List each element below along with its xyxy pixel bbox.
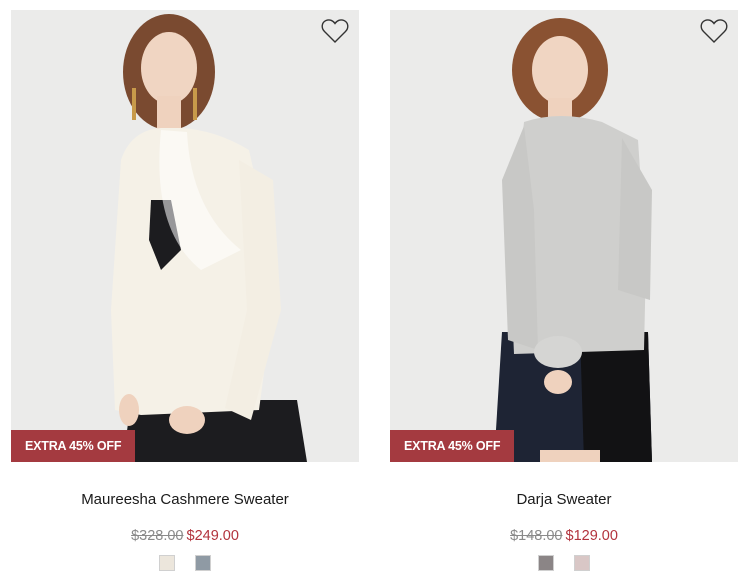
- sale-price: $249.00: [186, 528, 239, 544]
- original-price: $328.00: [131, 528, 184, 544]
- sale-price: $129.00: [565, 528, 618, 544]
- color-swatches: [11, 555, 359, 571]
- color-swatch-blue-grey[interactable]: [195, 555, 211, 571]
- price-row: $148.00 $129.00: [390, 526, 738, 546]
- wishlist-heart-icon[interactable]: [700, 18, 728, 44]
- original-price: $148.00: [510, 528, 563, 544]
- price-row: $328.00 $249.00: [11, 526, 359, 546]
- product-image[interactable]: EXTRA 45% OFF: [11, 10, 359, 462]
- product-name[interactable]: Maureesha Cashmere Sweater: [11, 490, 359, 510]
- discount-badge: EXTRA 45% OFF: [11, 430, 136, 462]
- product-photo-illustration: [390, 10, 738, 462]
- product-card[interactable]: EXTRA 45% OFF Darja Sweater $148.00 $129.…: [390, 10, 738, 571]
- wishlist-heart-icon[interactable]: [321, 18, 349, 44]
- product-image[interactable]: EXTRA 45% OFF: [390, 10, 738, 462]
- color-swatch-grey[interactable]: [538, 555, 554, 571]
- color-swatch-ivory[interactable]: [159, 555, 175, 571]
- product-name[interactable]: Darja Sweater: [390, 490, 738, 510]
- discount-badge: EXTRA 45% OFF: [390, 430, 515, 462]
- color-swatches: [390, 555, 738, 571]
- color-swatch-blush[interactable]: [574, 555, 590, 571]
- product-photo-illustration: [11, 10, 359, 462]
- product-card[interactable]: EXTRA 45% OFF Maureesha Cashmere Sweater…: [11, 10, 359, 571]
